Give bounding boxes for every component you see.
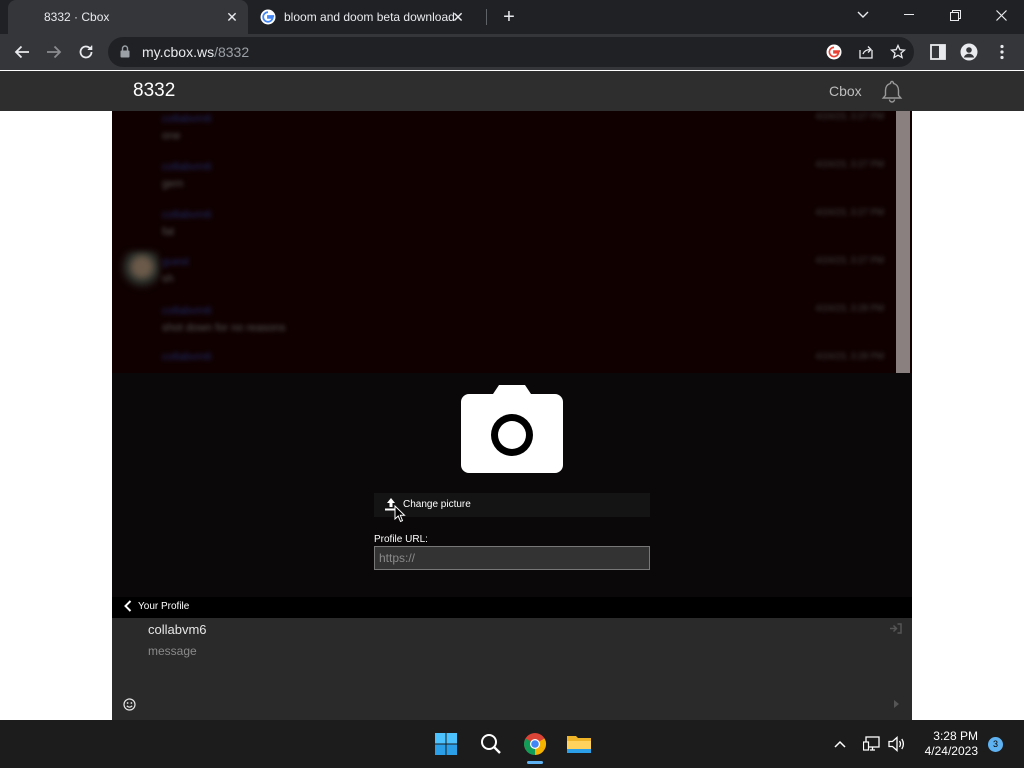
share-icon[interactable] <box>858 44 874 60</box>
smiley-icon[interactable] <box>123 698 136 711</box>
url-path: /8332 <box>214 44 250 60</box>
profile-avatar-icon[interactable] <box>960 43 978 61</box>
your-profile-back-bar[interactable]: Your Profile <box>112 597 912 618</box>
bookmark-star-icon[interactable] <box>890 44 906 60</box>
chat-text: sh <box>162 273 174 285</box>
bell-icon[interactable] <box>880 79 904 103</box>
menu-kebab-icon[interactable] <box>993 43 1011 61</box>
address-bar[interactable]: my.cbox.ws/8332 <box>108 37 914 67</box>
forward-button[interactable] <box>42 40 66 64</box>
chat-text: shot down for no reasons <box>162 322 286 334</box>
restore-button[interactable] <box>932 0 978 30</box>
active-app-indicator <box>527 761 543 764</box>
side-panel-icon[interactable] <box>929 43 947 61</box>
windows-start-icon[interactable] <box>430 728 462 760</box>
browser-toolbar: my.cbox.ws/8332 <box>0 34 1024 70</box>
tab-title: bloom and doom beta download <box>284 10 454 24</box>
clock[interactable]: 3:28 PM 4/24/2023 <box>920 729 978 759</box>
chat-message: collabvm6 <box>162 351 212 363</box>
network-icon[interactable] <box>860 728 884 760</box>
chat-message: collabvm6 shot down for no reasons <box>162 305 286 334</box>
url-host: my.cbox.ws <box>142 44 215 60</box>
google-favicon-icon <box>260 9 276 25</box>
back-button[interactable] <box>10 40 34 64</box>
chat-timestamp: 4/24/23, 3:28 PM <box>815 303 884 313</box>
profile-url-label: Profile URL: <box>374 534 428 545</box>
change-picture-label: Change picture <box>403 499 471 510</box>
tab-cbox[interactable]: 8332 · Cbox ✕ <box>8 0 248 34</box>
google-lens-icon[interactable] <box>826 44 842 60</box>
chat-message: guest sh <box>162 256 189 285</box>
chat-scrollbar[interactable] <box>896 111 910 373</box>
chat-timestamp: 4/24/23, 3:28 PM <box>815 351 884 361</box>
sign-in-icon[interactable] <box>889 623 902 634</box>
chat-text: gem <box>162 178 184 190</box>
chat-message: collabvm6 one <box>162 113 212 142</box>
new-tab-button[interactable]: + <box>499 7 519 27</box>
chat-avatar <box>120 251 160 291</box>
your-profile-label: Your Profile <box>138 601 190 612</box>
chat-author: collabvm6 <box>162 351 212 363</box>
tab-bloom-and-doom[interactable]: bloom and doom beta download ✕ <box>250 0 486 34</box>
chevron-up-icon[interactable] <box>825 728 855 760</box>
windows-taskbar: 3:28 PM 4/24/2023 3 <box>0 720 1024 768</box>
chat-author: collabvm6 <box>162 161 212 173</box>
url-text: my.cbox.ws/8332 <box>142 44 249 60</box>
cbox-link[interactable]: Cbox <box>829 83 862 99</box>
chat-timestamp: 4/24/23, 3:27 PM <box>815 159 884 169</box>
post-form: collabvm6 message <box>112 618 912 720</box>
tab-title: 8332 · Cbox <box>44 10 110 24</box>
box-header: 8332 Cbox <box>0 71 1024 111</box>
change-picture-button[interactable]: Change picture <box>374 493 650 517</box>
search-icon[interactable] <box>475 728 507 760</box>
chat-author: collabvm6 <box>162 209 212 221</box>
notification-badge[interactable]: 3 <box>988 737 1003 752</box>
volume-icon[interactable] <box>884 728 910 760</box>
box-title: 8332 <box>133 80 176 101</box>
chat-author: collabvm6 <box>162 113 212 125</box>
tab-search-icon[interactable] <box>840 0 886 30</box>
close-tab-icon[interactable]: ✕ <box>224 9 240 25</box>
file-explorer-icon[interactable] <box>563 728 595 760</box>
clock-date: 4/24/2023 <box>924 744 978 758</box>
close-tab-icon[interactable]: ✕ <box>450 9 466 25</box>
clock-time: 3:28 PM <box>933 729 978 743</box>
post-username[interactable]: collabvm6 <box>148 622 207 637</box>
profile-url-input[interactable] <box>374 546 650 570</box>
chat-text: fat <box>162 226 175 238</box>
profile-panel: Change picture Profile URL: <box>112 373 912 597</box>
camera-icon[interactable] <box>459 383 565 475</box>
chat-author: collabvm6 <box>162 305 212 317</box>
chevron-left-icon <box>124 600 132 612</box>
send-arrow-icon[interactable] <box>894 700 899 708</box>
chat-message-list: collabvm6 one 4/24/23, 3:27 PM collabvm6… <box>112 111 912 373</box>
mouse-cursor-icon <box>394 505 406 523</box>
message-input[interactable]: message <box>148 644 197 658</box>
chat-timestamp: 4/24/23, 3:27 PM <box>815 111 884 121</box>
chrome-taskbar-icon[interactable] <box>519 728 551 760</box>
minimize-button[interactable] <box>886 0 932 30</box>
browser-tab-strip: 8332 · Cbox ✕ bloom and doom beta downlo… <box>0 0 1024 34</box>
chat-text: one <box>162 130 181 142</box>
chat-timestamp: 4/24/23, 3:27 PM <box>815 255 884 265</box>
lock-icon <box>120 45 130 58</box>
chat-message: collabvm6 gem <box>162 161 212 190</box>
close-window-button[interactable] <box>978 0 1024 30</box>
chat-author: guest <box>162 256 189 268</box>
reload-button[interactable] <box>74 40 98 64</box>
chat-message: collabvm6 fat <box>162 209 212 238</box>
chat-timestamp: 4/24/23, 3:27 PM <box>815 207 884 217</box>
tab-separator <box>486 9 487 25</box>
